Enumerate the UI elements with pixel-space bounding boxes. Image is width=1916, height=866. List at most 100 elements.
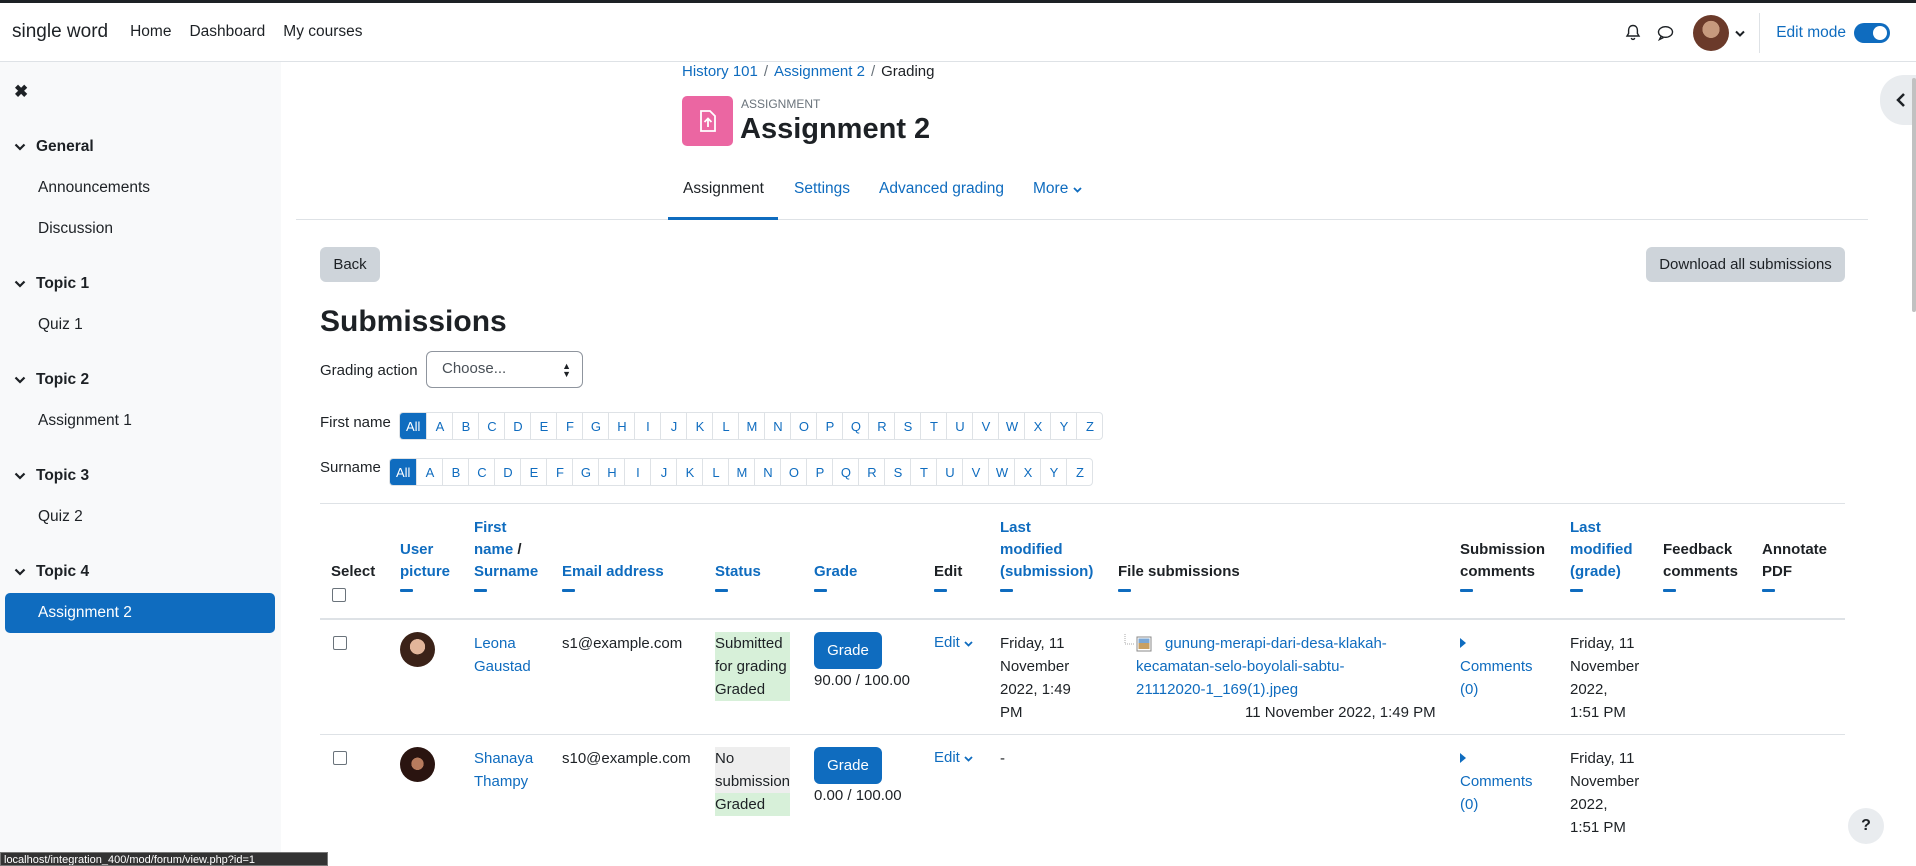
first-name-initial-s[interactable]: S <box>894 413 920 439</box>
col-last-modified-grade-header[interactable]: Last modified (grade) <box>1570 517 1633 592</box>
first-name-initial-g[interactable]: G <box>582 413 608 439</box>
first-name-initial-j[interactable]: J <box>660 413 686 439</box>
surname-initial-all[interactable]: All <box>390 459 417 485</box>
surname-initial-s[interactable]: S <box>884 459 910 485</box>
grade-button[interactable]: Grade <box>814 747 882 784</box>
grade-button[interactable]: Grade <box>814 632 882 669</box>
sidebar-item-assignment-1[interactable]: Assignment 1 <box>38 412 132 430</box>
first-name-initial-q[interactable]: Q <box>842 413 868 439</box>
first-name-initial-o[interactable]: O <box>790 413 816 439</box>
surname-initial-x[interactable]: X <box>1014 459 1040 485</box>
surname-initial-c[interactable]: C <box>468 459 494 485</box>
help-button[interactable]: ? <box>1848 808 1884 844</box>
first-name-initial-r[interactable]: R <box>868 413 894 439</box>
first-name-initial-all[interactable]: All <box>400 413 427 439</box>
sort-hide-icon[interactable] <box>1570 589 1583 592</box>
surname-initial-n[interactable]: N <box>754 459 780 485</box>
comments-toggle[interactable]: Comments (0) <box>1460 632 1533 701</box>
surname-initial-j[interactable]: J <box>650 459 676 485</box>
surname-initial-b[interactable]: B <box>442 459 468 485</box>
download-all-submissions-button[interactable]: Download all submissions <box>1646 247 1845 282</box>
section-topic-3[interactable]: Topic 3 <box>14 467 89 485</box>
messages-icon[interactable] <box>1655 23 1675 43</box>
surname-initial-h[interactable]: H <box>598 459 624 485</box>
sort-hide-icon[interactable] <box>715 589 728 592</box>
first-name-initial-h[interactable]: H <box>608 413 634 439</box>
surname-initial-g[interactable]: G <box>572 459 598 485</box>
sort-hide-icon[interactable] <box>814 589 827 592</box>
sort-first-name-line2[interactable]: name <box>474 541 513 558</box>
row-select-checkbox[interactable] <box>333 751 347 765</box>
sort-hide-icon[interactable] <box>1118 589 1131 592</box>
tab-settings[interactable]: Settings <box>794 180 850 198</box>
nav-my-courses[interactable]: My courses <box>283 23 362 41</box>
file-submission-link[interactable]: gunung-merapi-dari-desa-klakah- kecamata… <box>1136 632 1387 701</box>
first-name-initial-z[interactable]: Z <box>1076 413 1102 439</box>
sort-hide-icon[interactable] <box>1460 589 1473 592</box>
col-status-header[interactable]: Status <box>715 561 761 592</box>
first-name-initial-f[interactable]: F <box>556 413 582 439</box>
surname-initial-d[interactable]: D <box>494 459 520 485</box>
first-name-initial-b[interactable]: B <box>452 413 478 439</box>
sort-surname[interactable]: Surname <box>474 561 538 583</box>
avatar[interactable] <box>400 747 435 782</box>
sidebar-item-announcements[interactable]: Announcements <box>38 179 150 197</box>
nav-home[interactable]: Home <box>130 23 171 41</box>
surname-initial-r[interactable]: R <box>858 459 884 485</box>
sidebar-item-quiz-1[interactable]: Quiz 1 <box>38 316 83 334</box>
first-name-initial-y[interactable]: Y <box>1050 413 1076 439</box>
surname-initial-m[interactable]: M <box>728 459 754 485</box>
edit-menu[interactable]: Edit <box>934 634 973 651</box>
first-name-initial-v[interactable]: V <box>972 413 998 439</box>
surname-initial-y[interactable]: Y <box>1040 459 1066 485</box>
user-fullname-link[interactable]: Shanaya Thampy <box>474 747 533 793</box>
open-block-drawer-button[interactable] <box>1880 75 1916 125</box>
first-name-initial-p[interactable]: P <box>816 413 842 439</box>
user-fullname-link[interactable]: Leona Gaustad <box>474 632 531 678</box>
first-name-initial-a[interactable]: A <box>426 413 452 439</box>
surname-initial-a[interactable]: A <box>416 459 442 485</box>
row-select-checkbox[interactable] <box>333 636 347 650</box>
first-name-initial-w[interactable]: W <box>998 413 1024 439</box>
edit-mode-toggle[interactable] <box>1854 22 1890 43</box>
first-name-initial-u[interactable]: U <box>946 413 972 439</box>
close-icon[interactable]: ✖ <box>14 82 28 102</box>
surname-initial-e[interactable]: E <box>520 459 546 485</box>
first-name-initial-i[interactable]: I <box>634 413 660 439</box>
first-name-initial-x[interactable]: X <box>1024 413 1050 439</box>
section-topic-2[interactable]: Topic 2 <box>14 371 89 389</box>
avatar[interactable] <box>400 632 435 667</box>
first-name-initial-n[interactable]: N <box>764 413 790 439</box>
sort-hide-icon[interactable] <box>1663 589 1676 592</box>
section-topic-4[interactable]: Topic 4 <box>14 563 89 581</box>
tab-more[interactable]: More <box>1033 180 1082 198</box>
first-name-initial-c[interactable]: C <box>478 413 504 439</box>
grading-action-select[interactable]: Choose... ▲ ▼ <box>426 351 583 388</box>
surname-initial-t[interactable]: T <box>910 459 936 485</box>
sort-hide-icon[interactable] <box>1762 589 1775 592</box>
sort-hide-icon[interactable] <box>934 589 947 592</box>
surname-initial-f[interactable]: F <box>546 459 572 485</box>
tab-assignment[interactable]: Assignment <box>683 180 764 198</box>
section-general[interactable]: General <box>14 138 94 156</box>
nav-dashboard[interactable]: Dashboard <box>189 23 265 41</box>
bell-icon[interactable] <box>1623 23 1643 43</box>
surname-initial-z[interactable]: Z <box>1066 459 1092 485</box>
section-topic-1[interactable]: Topic 1 <box>14 275 89 293</box>
breadcrumb-assignment[interactable]: Assignment 2 <box>774 63 865 80</box>
first-name-initial-t[interactable]: T <box>920 413 946 439</box>
col-email-header[interactable]: Email address <box>562 561 664 592</box>
first-name-initial-d[interactable]: D <box>504 413 530 439</box>
sort-first-name[interactable]: First <box>474 517 538 539</box>
tab-advanced-grading[interactable]: Advanced grading <box>879 180 1004 198</box>
col-grade-header[interactable]: Grade <box>814 561 857 592</box>
first-name-initial-m[interactable]: M <box>738 413 764 439</box>
sort-hide-icon[interactable] <box>562 589 575 592</box>
comments-toggle[interactable]: Comments (0) <box>1460 747 1533 816</box>
sidebar-item-assignment-2[interactable]: Assignment 2 <box>5 593 275 633</box>
surname-initial-o[interactable]: O <box>780 459 806 485</box>
first-name-initial-k[interactable]: K <box>686 413 712 439</box>
col-user-picture-header[interactable]: User picture <box>400 539 450 592</box>
surname-initial-u[interactable]: U <box>936 459 962 485</box>
site-name[interactable]: single word <box>12 21 108 43</box>
